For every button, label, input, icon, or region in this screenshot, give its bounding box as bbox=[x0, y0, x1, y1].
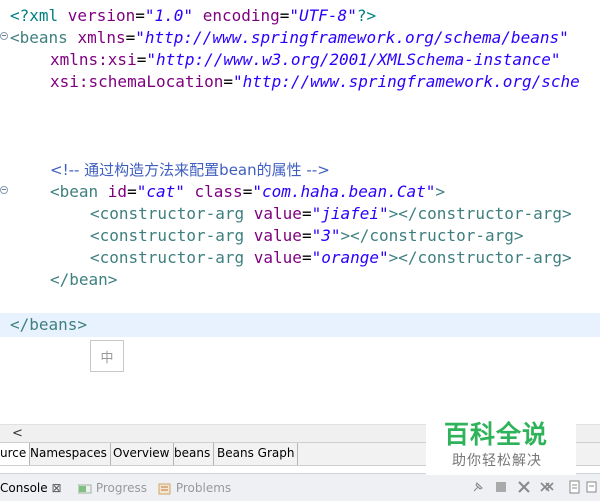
clear-console-icon[interactable] bbox=[568, 480, 582, 494]
attr-schema-location: xsi:schemaLocation bbox=[50, 72, 224, 91]
ctor-close-tag: ></constructor-arg> bbox=[388, 248, 572, 267]
comment-line: <!-- 通过构造方法来配置bean的属性 --> bbox=[50, 159, 330, 181]
ime-indicator: 中 bbox=[90, 340, 124, 372]
xml-editor[interactable]: <?xml version="1.0" encoding="UTF-8"?> <… bbox=[0, 0, 600, 424]
xml-declaration-line: <?xml version="1.0" encoding="UTF-8"?> bbox=[10, 6, 377, 25]
xmlns-xsi-line: xmlns:xsi="http://www.w3.org/2001/XMLSch… bbox=[50, 50, 561, 69]
pi-close: ?> bbox=[356, 6, 377, 25]
value-schema-location: "http://www.springframework.org/sche bbox=[233, 72, 580, 91]
ctor-open-tag: <constructor-arg bbox=[90, 204, 254, 223]
value-class: "com.haha.bean.Cat" bbox=[252, 182, 436, 201]
schema-location-line: xsi:schemaLocation="http://www.springfra… bbox=[50, 72, 580, 91]
attr-value: value bbox=[253, 204, 302, 223]
ctor-close-tag: ></constructor-arg> bbox=[388, 204, 572, 223]
bean-open-tag: <bean bbox=[50, 182, 108, 201]
ctor-close-tag: ></constructor-arg> bbox=[340, 226, 524, 245]
watermark-subtitle: 助你轻松解决 bbox=[452, 453, 542, 469]
constructor-arg-line: <constructor-arg value="3"></constructor… bbox=[90, 226, 524, 245]
attr-id: id bbox=[107, 182, 128, 201]
console-view-bar: Console ⊠ Progress Problems bbox=[0, 473, 600, 501]
current-line-highlight bbox=[0, 313, 600, 337]
value-xmlns: "http://www.springframework.org/schema/b… bbox=[135, 28, 569, 47]
bean-open-line: <bean id="cat" class="com.haha.bean.Cat"… bbox=[50, 182, 445, 201]
progress-label: Progress bbox=[95, 481, 148, 495]
value-age: "3" bbox=[311, 226, 341, 245]
remove-launch-icon[interactable] bbox=[517, 480, 531, 494]
remove-all-icon[interactable] bbox=[540, 480, 554, 494]
attr-value: value bbox=[253, 226, 302, 245]
beans-open-tag: <beans bbox=[10, 28, 78, 47]
problems-label: Problems bbox=[175, 481, 232, 495]
tab-beans[interactable]: beans bbox=[171, 443, 215, 465]
constructor-arg-line: <constructor-arg value="jiafei"></constr… bbox=[90, 204, 572, 223]
beans-close-tag: </beans> bbox=[10, 315, 88, 334]
attr-encoding: encoding bbox=[202, 6, 280, 25]
ctor-open-tag: <constructor-arg bbox=[90, 248, 254, 267]
console-label: Console bbox=[0, 481, 48, 495]
baike-watermark-logo: 百科全说 助你轻松解决 bbox=[426, 413, 576, 475]
ime-char: 中 bbox=[100, 350, 114, 366]
problems-icon bbox=[158, 483, 171, 494]
tab-namespaces[interactable]: Namespaces bbox=[27, 443, 111, 465]
value-xmlns-xsi: "http://www.w3.org/2001/XMLSchema-instan… bbox=[146, 50, 561, 69]
pi-open: <?xml bbox=[10, 6, 68, 25]
fold-toggle-icon[interactable] bbox=[0, 32, 8, 40]
tab-progress[interactable]: Progress bbox=[78, 478, 147, 498]
bean-close-line: </bean> bbox=[50, 269, 117, 291]
constructor-arg-line: <constructor-arg value="orange"></constr… bbox=[90, 248, 572, 267]
tab-source[interactable]: urce bbox=[0, 443, 31, 465]
bean-close-tag: </bean> bbox=[50, 270, 118, 289]
beans-open-line: <beans xmlns="http://www.springframework… bbox=[10, 28, 569, 47]
attr-xmlns-xsi: xmlns:xsi bbox=[50, 50, 137, 69]
scroll-left-arrow-icon[interactable]: < bbox=[12, 425, 23, 442]
tab-overview[interactable]: Overview bbox=[110, 443, 174, 465]
value-version: "1.0" bbox=[144, 6, 194, 25]
close-icon[interactable]: ⊠ bbox=[51, 481, 61, 495]
value-id: "cat" bbox=[136, 182, 185, 201]
value-name: "jiafei" bbox=[311, 204, 389, 223]
attr-value: value bbox=[253, 248, 302, 267]
tab-problems[interactable]: Problems bbox=[158, 478, 231, 498]
attr-xmlns: xmlns bbox=[77, 28, 126, 47]
attr-version: version bbox=[67, 6, 136, 25]
value-encoding: "UTF-8" bbox=[289, 6, 357, 25]
value-color: "orange" bbox=[311, 248, 389, 267]
watermark-title: 百科全说 bbox=[444, 420, 549, 449]
pin-icon[interactable] bbox=[471, 480, 485, 494]
progress-icon bbox=[78, 484, 92, 493]
attr-class: class bbox=[194, 182, 243, 201]
tab-beans-graph[interactable]: Beans Graph bbox=[214, 443, 299, 465]
ctor-open-tag: <constructor-arg bbox=[90, 226, 254, 245]
scroll-lock-icon[interactable] bbox=[586, 480, 600, 494]
fold-toggle-icon[interactable] bbox=[0, 186, 8, 194]
bean-open-close: > bbox=[435, 182, 445, 201]
tab-console[interactable]: Console ⊠ bbox=[0, 478, 62, 498]
beans-close-line: </beans> bbox=[10, 314, 87, 336]
comment-text: <!-- 通过构造方法来配置bean的属性 --> bbox=[50, 161, 330, 179]
terminate-icon[interactable] bbox=[494, 480, 508, 494]
